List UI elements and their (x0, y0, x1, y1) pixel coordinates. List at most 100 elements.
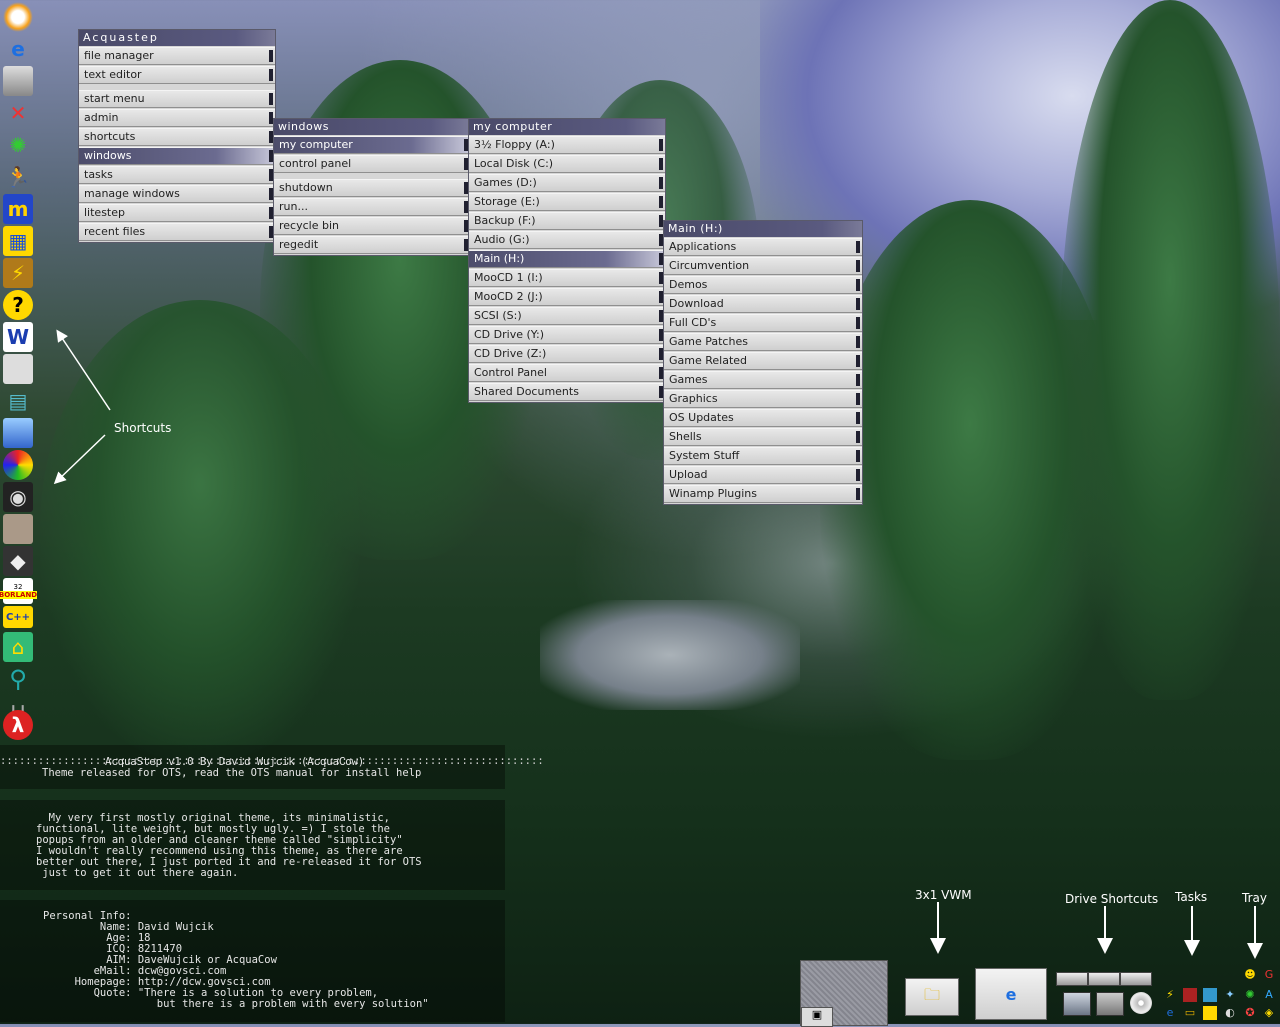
menu-item[interactable]: 3½ Floppy (A:) (469, 136, 665, 154)
menu-item[interactable]: Applications (664, 238, 862, 256)
menu-item[interactable]: control panel (274, 155, 470, 173)
menu-item[interactable]: Full CD's (664, 314, 862, 332)
menu-item[interactable]: Storage (E:) (469, 193, 665, 211)
menu-item[interactable]: Demos (664, 276, 862, 294)
cd-drive-icon[interactable] (1130, 992, 1152, 1014)
internet-explorer-task-icon[interactable]: e (1163, 1006, 1177, 1020)
menu-item[interactable]: shortcuts (79, 128, 275, 146)
menu-separator (79, 85, 275, 89)
drive-shortcut-c[interactable] (1088, 972, 1120, 986)
menu-title: Acquastep (79, 30, 275, 46)
menu-item[interactable]: start menu (79, 90, 275, 108)
task-icon[interactable] (1183, 988, 1197, 1002)
tray-icon[interactable]: G (1262, 968, 1276, 982)
borland-cpp-label: C++ (5, 611, 31, 623)
computer-drive-icon[interactable] (1063, 992, 1091, 1016)
menu-separator (274, 174, 470, 178)
menu-item[interactable]: file manager (79, 47, 275, 65)
drive-shortcut-a[interactable] (1056, 972, 1088, 986)
task-icon[interactable] (1203, 988, 1217, 1002)
menu-item[interactable]: MooCD 2 (J:) (469, 288, 665, 306)
menu-item[interactable]: admin (79, 109, 275, 127)
menu-item[interactable]: recycle bin (274, 217, 470, 235)
folder-house-icon[interactable]: ⌂ (3, 632, 33, 662)
menu-item[interactable]: CD Drive (Z:) (469, 345, 665, 363)
network-drive-icon[interactable] (1096, 992, 1124, 1016)
menu-item[interactable]: System Stuff (664, 447, 862, 465)
menu-item[interactable]: Graphics (664, 390, 862, 408)
tray-icon[interactable]: ✪ (1243, 1006, 1257, 1020)
menu-item[interactable]: regedit (274, 236, 470, 254)
winamp-tray-icon[interactable]: ⚡ (1163, 988, 1177, 1002)
menu-item[interactable]: Audio (G:) (469, 231, 665, 249)
console-description: My very first mostly original theme, its… (0, 800, 505, 890)
menu-item[interactable]: Shells (664, 428, 862, 446)
virtual-window-manager[interactable]: ▣ (800, 960, 888, 1027)
menu-item[interactable]: Backup (F:) (469, 212, 665, 230)
books-icon[interactable]: ▤ (3, 386, 33, 416)
cube-icon[interactable] (3, 418, 33, 448)
menu-item[interactable]: text editor (79, 66, 275, 84)
menu-item[interactable]: Upload (664, 466, 862, 484)
menu-item[interactable]: Winamp Plugins (664, 485, 862, 503)
circles-icon[interactable] (3, 450, 33, 480)
notepad-icon[interactable] (3, 354, 33, 384)
task-icon[interactable] (1203, 1006, 1217, 1020)
menu-item[interactable]: tasks (79, 166, 275, 184)
vwm-desktop-1[interactable]: ▣ (801, 1007, 833, 1027)
menu-item[interactable]: SCSI (S:) (469, 307, 665, 325)
drive-shortcut-d[interactable] (1120, 972, 1152, 986)
menu-item[interactable]: Games (664, 371, 862, 389)
tray-icon[interactable]: ✺ (1243, 988, 1257, 1002)
menu-item[interactable]: shutdown (274, 179, 470, 197)
winamp-icon[interactable]: ⚡ (3, 258, 33, 288)
face-icon[interactable] (3, 514, 33, 544)
menu-item[interactable]: Game Related (664, 352, 862, 370)
menu-item[interactable]: Game Patches (664, 333, 862, 351)
menu-item[interactable]: OS Updates (664, 409, 862, 427)
sun-icon[interactable] (3, 2, 33, 32)
tools-icon[interactable]: ✕ (3, 98, 33, 128)
half-life-icon[interactable]: λ (3, 710, 33, 740)
menu-item[interactable]: run... (274, 198, 470, 216)
key-icon[interactable]: ⚲ (3, 664, 33, 694)
menu-item[interactable]: Local Disk (C:) (469, 155, 665, 173)
borland-cpp-icon[interactable]: C++ (3, 606, 33, 628)
task-icon[interactable]: ✦ (1223, 988, 1237, 1002)
tray-icon[interactable]: ◈ (1262, 1006, 1276, 1020)
yahoo-tray-icon[interactable]: ☻ (1243, 968, 1257, 982)
menu-item[interactable]: manage windows (79, 185, 275, 203)
menu-item[interactable]: windows (79, 147, 275, 165)
yahoo-icon[interactable]: ? (3, 290, 33, 320)
menu-item[interactable]: CD Drive (Y:) (469, 326, 665, 344)
menu-item[interactable]: Control Panel (469, 364, 665, 382)
pinwheel-icon[interactable]: ✺ (3, 130, 33, 160)
menu-item[interactable]: Circumvention (664, 257, 862, 275)
borland-32-icon[interactable]: 32 BORLAND (0, 578, 38, 604)
main-h-menu: Main (H:) Applications Circumvention Demos… (663, 220, 863, 505)
task-internet-explorer[interactable]: e (975, 968, 1047, 1020)
menu-item[interactable]: litestep (79, 204, 275, 222)
tray-icon[interactable]: A (1262, 988, 1276, 1002)
internet-explorer-icon[interactable]: e (3, 34, 33, 64)
menu-item[interactable]: my computer (274, 136, 470, 154)
gameboy-icon[interactable]: ▦ (3, 226, 33, 256)
tray-annotation: Tray (1242, 891, 1267, 905)
menu-item[interactable]: MooCD 1 (I:) (469, 269, 665, 287)
console-header-line2: Theme released for OTS, read the OTS man… (42, 767, 422, 779)
eye-icon[interactable]: ◉ (3, 482, 33, 512)
menu-item[interactable]: Games (D:) (469, 174, 665, 192)
runner-icon[interactable]: 🏃 (3, 162, 33, 192)
cube-diamond-icon[interactable]: ◆ (3, 546, 33, 576)
folder-task-icon[interactable]: ▭ (1183, 1006, 1197, 1020)
menu-item[interactable]: Download (664, 295, 862, 313)
menu-item[interactable]: Main (H:) (469, 250, 665, 268)
menu-item[interactable]: Shared Documents (469, 383, 665, 401)
word-icon[interactable]: W (3, 322, 33, 352)
acquastep-menu: Acquastep file manager text editor start m… (78, 29, 276, 243)
menu-item[interactable]: recent files (79, 223, 275, 241)
m-logo-icon[interactable]: m (3, 194, 33, 224)
task-file-manager[interactable]: 🗀 (905, 978, 959, 1016)
task-icon[interactable]: ◐ (1223, 1006, 1237, 1020)
printer-icon[interactable] (3, 66, 33, 96)
